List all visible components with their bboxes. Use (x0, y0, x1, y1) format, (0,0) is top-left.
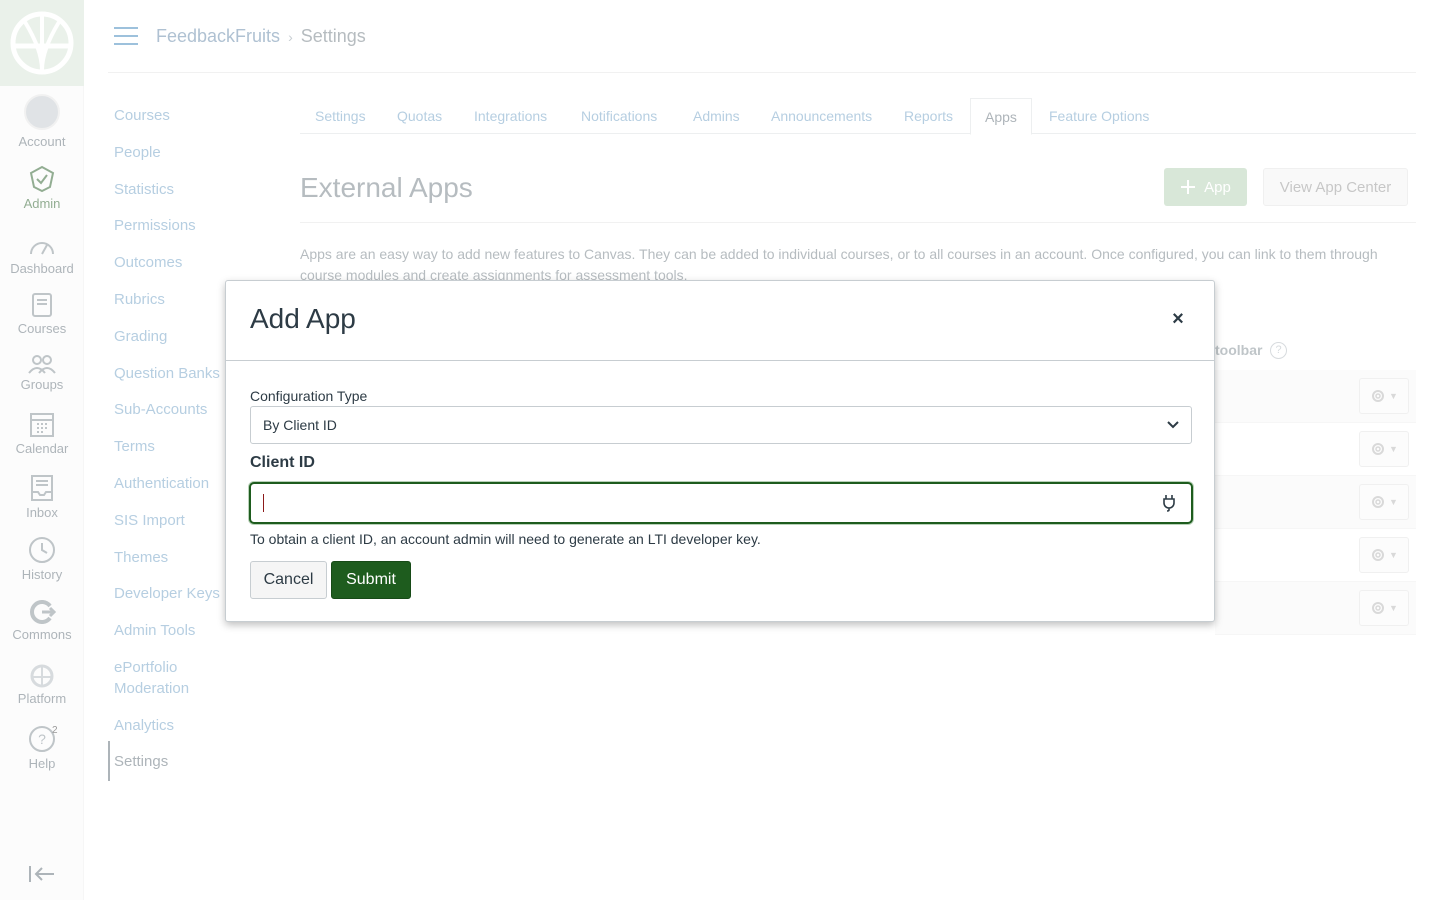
dialog-title: Add App (250, 303, 356, 334)
client-id-input[interactable] (249, 482, 1193, 524)
configuration-type-label: Configuration Type (250, 388, 368, 404)
text-cursor (263, 494, 264, 512)
add-app-dialog: Add App × Configuration Type By Client I… (225, 280, 1215, 622)
cancel-button[interactable]: Cancel (250, 561, 327, 599)
client-id-label: Client ID (250, 454, 315, 471)
close-icon[interactable]: × (1168, 309, 1188, 329)
dialog-header: Add App × (226, 281, 1214, 361)
client-id-hint: To obtain a client ID, an account admin … (250, 531, 761, 547)
configuration-type-value: By Client ID (263, 417, 337, 433)
configuration-type-select[interactable]: By Client ID (250, 406, 1192, 444)
plug-icon[interactable] (1161, 494, 1177, 512)
chevron-down-icon (1167, 421, 1179, 429)
submit-button[interactable]: Submit (331, 561, 411, 599)
